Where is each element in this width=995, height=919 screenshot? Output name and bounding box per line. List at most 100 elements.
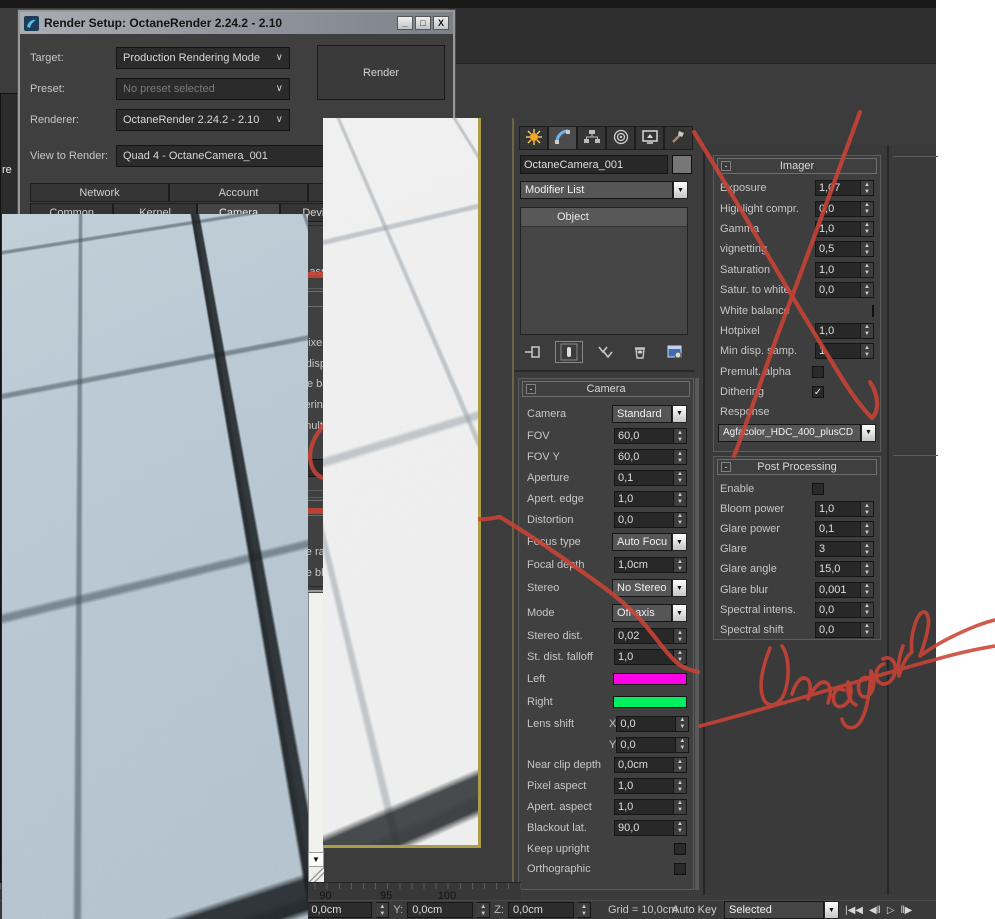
spin-down-icon[interactable]: ▼ (674, 457, 686, 464)
vfb-resize-grip[interactable] (309, 868, 324, 882)
spin-up-icon[interactable]: ▲ (674, 821, 686, 828)
spin-down-icon[interactable]: ▼ (674, 436, 686, 443)
spin-up-icon[interactable]: ▲ (208, 545, 220, 552)
vfb-horizontal-scrollbar[interactable] (2, 868, 308, 882)
configure-modifier-sets-icon[interactable] (662, 342, 688, 362)
spin-down-icon[interactable]: ▼ (861, 610, 873, 617)
spinner-control[interactable]: ▲▼ (674, 428, 687, 445)
tab-camera[interactable]: Camera (196, 203, 281, 222)
value-field[interactable]: 0,0 (616, 715, 677, 732)
collapse-icon[interactable]: - (721, 161, 731, 171)
spinner-control[interactable]: ▲▼ (861, 220, 874, 237)
value-field[interactable]: 1 (815, 343, 861, 360)
command-panel-scrollbar[interactable] (695, 378, 699, 890)
dialog-titlebar[interactable]: Render Setup: OctaneRender 2.24.2 - 2.10… (20, 12, 453, 34)
value-field[interactable]: 1,0 (815, 501, 861, 518)
value-field[interactable]: 0,5 (815, 241, 861, 258)
panel-tab-create[interactable] (519, 126, 548, 150)
checkbox[interactable] (674, 863, 686, 876)
spinner-control[interactable]: ▲▼ (674, 557, 687, 574)
stack-item[interactable]: Object (521, 208, 687, 227)
object-name-field[interactable]: OctaneCamera_001 (520, 155, 668, 174)
spin-up-icon[interactable]: ▲ (208, 356, 220, 363)
spinner-control[interactable]: ▲▼ (861, 501, 874, 518)
spin-up-icon[interactable]: ▲ (674, 429, 686, 436)
value-field[interactable]: 0,001 (815, 581, 861, 598)
spinner-control[interactable]: ▲▼ (674, 511, 687, 528)
value-field[interactable]: 1,0 (815, 322, 861, 339)
spin-down-icon[interactable]: ▼ (212, 265, 224, 272)
spin-up-icon[interactable]: ▲ (861, 283, 873, 290)
spinner-control[interactable]: ▲▼ (208, 355, 221, 372)
spin-up-icon[interactable]: ▲ (676, 717, 688, 724)
spin-up-icon[interactable]: ▲ (212, 236, 224, 243)
spin-up-icon[interactable]: ▲ (208, 377, 220, 384)
spinner-control[interactable]: ▲▼ (424, 355, 437, 372)
spin-up-icon[interactable]: ▲ (861, 562, 873, 569)
dropdown-arrow-icon[interactable]: ▼ (422, 459, 437, 477)
spinner-control[interactable]: ▲▼ (208, 417, 221, 434)
spin-down-icon[interactable]: ▼ (208, 446, 220, 453)
value-field[interactable]: 1,0 (378, 264, 430, 280)
show-end-result-icon[interactable] (555, 341, 583, 363)
panel-tab-modify[interactable] (548, 126, 577, 150)
spinner-control[interactable]: ▲▼ (676, 736, 690, 753)
spinner-control[interactable]: ▲▼ (424, 335, 437, 352)
tab-common[interactable]: Common (30, 203, 114, 222)
value-field[interactable]: 1,0 (815, 220, 861, 237)
spin-down-icon[interactable]: ▼ (674, 765, 686, 772)
value-field[interactable]: 1,0 (372, 335, 424, 352)
spin-up-icon[interactable]: ▲ (208, 336, 220, 343)
value-field[interactable]: 1,0 (164, 235, 212, 251)
spinner-control[interactable]: ▲▼ (674, 757, 687, 774)
collapse-icon[interactable]: - (721, 462, 731, 472)
spin-up-icon[interactable]: ▲ (424, 566, 436, 573)
dropdown-select[interactable]: Auto Focu ▼ (612, 533, 687, 552)
collapse-icon[interactable]: - (42, 503, 52, 513)
checkbox[interactable]: ✓ (159, 316, 171, 329)
make-unique-icon[interactable] (592, 342, 618, 362)
spinner-control[interactable]: ▲▼ (208, 376, 221, 393)
selection-y-field[interactable]: 0,0cm (407, 902, 474, 918)
panel-tab-display[interactable] (635, 126, 664, 150)
spin-down-icon[interactable]: ▼ (861, 529, 873, 536)
value-field[interactable]: 60,0 (614, 428, 674, 445)
spin-up-icon[interactable]: ▲ (424, 586, 436, 587)
spin-up-icon[interactable]: ▲ (861, 242, 873, 249)
value-field[interactable]: 0,0cm (614, 757, 674, 774)
spinner-control[interactable]: ▲▼ (674, 628, 687, 645)
spin-up-icon[interactable]: ▲ (861, 542, 873, 549)
spinner-control[interactable]: ▲▼ (674, 819, 687, 836)
value-field[interactable]: 200 (372, 355, 424, 372)
dialog-combo[interactable]: No preset selected ∨ (116, 77, 290, 100)
spin-down-icon[interactable]: ▼ (376, 910, 388, 917)
color-swatch[interactable] (359, 246, 443, 258)
value-field[interactable]: 0,0 (372, 585, 424, 586)
dropdown-arrow-icon[interactable]: ▼ (672, 404, 687, 423)
vfb-scroll-down-icon[interactable]: ▼ (308, 852, 324, 867)
collapse-icon[interactable]: - (42, 294, 52, 304)
spinner-control[interactable]: ▲▼ (674, 778, 687, 795)
render-button[interactable]: Render (317, 45, 445, 100)
collapse-icon[interactable]: - (526, 384, 536, 394)
play-button[interactable]: ▷ (887, 905, 895, 916)
spin-down-icon[interactable]: ▼ (674, 807, 686, 814)
spin-down-icon[interactable]: ▼ (208, 343, 220, 350)
spin-up-icon[interactable]: ▲ (861, 502, 873, 509)
dropdown-select[interactable]: Standard ▼ (612, 404, 687, 423)
object-color-swatch[interactable] (672, 155, 692, 174)
spin-up-icon[interactable]: ▲ (477, 903, 489, 910)
spinner-control[interactable]: ▲▼ (674, 798, 687, 815)
panel-tab-hierarchy[interactable] (577, 126, 606, 150)
spinner-control[interactable]: ▲▼ (861, 322, 874, 339)
camera-rollout-header[interactable]: - Camera (522, 381, 690, 397)
spin-down-icon[interactable]: ▼ (861, 549, 873, 556)
value-field[interactable]: 0,0 (815, 282, 861, 299)
value-field[interactable]: 100,0 (164, 257, 212, 273)
color-swatch[interactable] (613, 672, 687, 685)
spin-down-icon[interactable]: ▼ (424, 552, 436, 559)
value-field[interactable]: 0,1 (815, 521, 861, 538)
vfb-scroll-right-icon[interactable]: ▶ (292, 868, 308, 882)
spin-up-icon[interactable]: ▲ (674, 513, 686, 520)
spin-down-icon[interactable]: ▼ (674, 828, 686, 835)
